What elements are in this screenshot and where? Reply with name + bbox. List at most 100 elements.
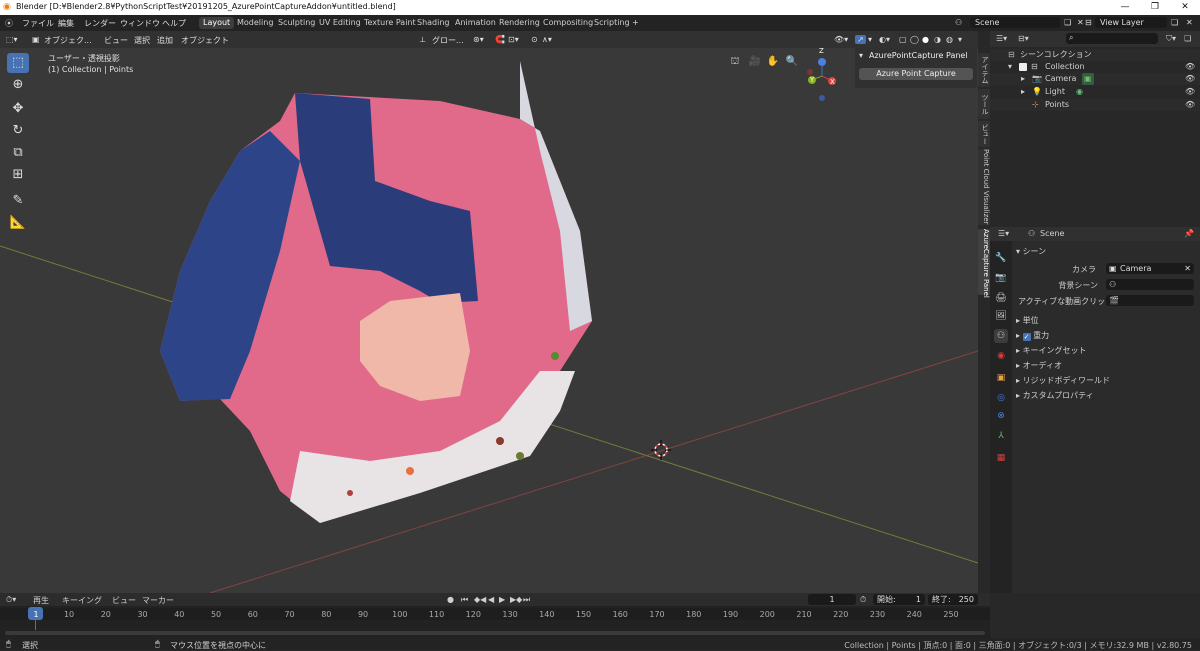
gizmo-dropdown-icon[interactable]: ▾ bbox=[868, 35, 872, 44]
falloff-icon[interactable]: ∧▾ bbox=[542, 35, 552, 44]
rendered-shading-icon[interactable]: ◍ bbox=[946, 35, 953, 44]
timeline-scrollbar[interactable] bbox=[5, 631, 985, 635]
menu-view[interactable]: ビュー bbox=[112, 595, 136, 606]
blender-menu-icon[interactable]: ⦿ bbox=[5, 18, 13, 29]
audio-panel[interactable]: ▸ オーディオ bbox=[1016, 360, 1062, 371]
menu-object[interactable]: オブジェクト bbox=[181, 35, 229, 46]
shading-options-icon[interactable]: ▾ bbox=[958, 35, 962, 44]
proportional-edit-icon[interactable]: ⊙ bbox=[531, 35, 538, 44]
minimize-button[interactable]: — bbox=[1110, 0, 1140, 15]
new-view-layer-icon[interactable]: ❏ bbox=[1171, 18, 1178, 27]
close-button[interactable]: ✕ bbox=[1170, 0, 1200, 15]
new-scene-icon[interactable]: ❏ bbox=[1064, 18, 1071, 27]
jump-keyframe-back-icon[interactable]: ◆◀ bbox=[474, 595, 486, 604]
outliner-editor-icon[interactable]: ☰▾ bbox=[996, 34, 1007, 43]
tool-tab-icon[interactable]: 🔧 bbox=[994, 251, 1008, 265]
visibility-eye-icon[interactable]: 👁 bbox=[1185, 99, 1195, 111]
properties-editor-icon[interactable]: ☰▾ bbox=[998, 229, 1009, 238]
rotate-tool[interactable]: ↻ bbox=[7, 121, 29, 141]
menu-marker[interactable]: マーカー bbox=[142, 595, 174, 606]
measure-tool[interactable]: 📐 bbox=[7, 213, 29, 233]
menu-playback[interactable]: 再生 bbox=[33, 595, 49, 606]
object-tab-icon[interactable]: ▣ bbox=[994, 371, 1008, 385]
npanel-title[interactable]: AzurePointCapture Panel bbox=[869, 51, 968, 60]
menu-add[interactable]: 追加 bbox=[157, 35, 173, 46]
transform-tool[interactable]: ⊞ bbox=[7, 165, 29, 185]
units-panel[interactable]: ▸ 単位 bbox=[1016, 315, 1039, 326]
tab-modeling[interactable]: Modeling bbox=[233, 17, 277, 29]
tab-uv-editing[interactable]: UV Editing bbox=[315, 17, 365, 29]
tab-rendering[interactable]: Rendering bbox=[495, 17, 544, 29]
outliner-item-points[interactable]: ⊹ Points 👁 bbox=[990, 99, 1200, 111]
menu-render[interactable]: レンダー bbox=[84, 18, 116, 29]
tab-layout[interactable]: Layout bbox=[199, 17, 235, 29]
object-data-tab-icon[interactable]: ⅄ bbox=[994, 429, 1008, 443]
tab-tool[interactable]: ツール bbox=[978, 89, 990, 119]
tab-shading[interactable]: Shading bbox=[413, 17, 454, 29]
menu-select[interactable]: 選択 bbox=[134, 35, 150, 46]
overlay-toggle-icon[interactable]: ◐▾ bbox=[879, 35, 890, 44]
visibility-eye-icon[interactable]: 👁 bbox=[1185, 73, 1195, 85]
snap-element-icon[interactable]: ⊡▾ bbox=[508, 35, 519, 44]
tab-view[interactable]: ビュー bbox=[978, 121, 990, 147]
move-tool[interactable]: ✥ bbox=[7, 99, 29, 119]
view-layer-tab-icon[interactable]: 🖼 bbox=[994, 309, 1008, 323]
tab-sculpting[interactable]: Sculpting bbox=[274, 17, 319, 29]
light-data-icon[interactable]: ◉ bbox=[1076, 86, 1083, 98]
camera-toggle-icon[interactable]: ⛫ bbox=[728, 55, 742, 69]
maximize-button[interactable]: ❐ bbox=[1140, 0, 1170, 15]
add-workspace-icon[interactable]: + bbox=[632, 18, 639, 27]
zoom-view-icon[interactable]: 🔍 bbox=[785, 55, 799, 69]
view-layer-icon[interactable]: ⊟ bbox=[1085, 18, 1092, 27]
camera-field[interactable]: ▣ Camera ✕ bbox=[1106, 263, 1194, 274]
tab-texture-paint[interactable]: Texture Paint bbox=[360, 17, 420, 29]
scale-tool[interactable]: ⧉ bbox=[7, 143, 29, 163]
scene-tab-icon[interactable]: ⚇ bbox=[994, 329, 1008, 343]
movieclip-field[interactable]: 🎬 bbox=[1106, 295, 1194, 306]
output-tab-icon[interactable]: 🖨 bbox=[994, 291, 1008, 305]
filter-icon[interactable]: ⛉▾ bbox=[1166, 34, 1176, 44]
menu-view[interactable]: ビュー bbox=[104, 35, 128, 46]
tab-item[interactable]: アイテム bbox=[978, 53, 990, 87]
jump-end-icon[interactable]: ⏭ bbox=[523, 595, 530, 605]
pan-view-icon[interactable]: ✋ bbox=[766, 55, 780, 69]
azure-point-capture-button[interactable]: Azure Point Capture bbox=[859, 68, 973, 80]
annotate-tool[interactable]: ✎ bbox=[7, 191, 29, 211]
delete-scene-icon[interactable]: ✕ bbox=[1077, 18, 1084, 27]
tab-point-cloud-visualizer[interactable]: Point Cloud Visualizer bbox=[978, 149, 990, 225]
3d-viewport[interactable]: ⬚▾ ▣ オブジェク... ビュー 選択 追加 オブジェクト ⟂ グロー... … bbox=[0, 31, 978, 593]
select-box-tool[interactable]: ⬚ bbox=[7, 53, 29, 73]
timeline-editor-icon[interactable]: ⏱▾ bbox=[6, 595, 16, 605]
transform-orientation-selector[interactable]: グロー... bbox=[432, 35, 464, 46]
delete-view-layer-icon[interactable]: ✕ bbox=[1186, 18, 1193, 27]
editor-type-icon[interactable]: ⬚▾ bbox=[6, 35, 18, 44]
clear-icon[interactable]: ✕ bbox=[1184, 263, 1191, 274]
jump-start-icon[interactable]: ⏮ bbox=[461, 595, 468, 605]
panel-collapse-icon[interactable]: ▾ bbox=[859, 51, 863, 60]
new-collection-icon[interactable]: ❏ bbox=[1184, 34, 1191, 43]
solid-shading-icon[interactable]: ● bbox=[922, 35, 929, 44]
end-frame-field[interactable]: 終了: 250 bbox=[928, 594, 978, 605]
pin-icon[interactable]: 📌 bbox=[1184, 229, 1194, 238]
xray-icon[interactable]: ▢ bbox=[899, 35, 907, 44]
wireframe-shading-icon[interactable]: ◯ bbox=[910, 35, 919, 44]
expand-icon[interactable]: ▸ bbox=[1021, 73, 1025, 85]
start-frame-field[interactable]: 開始: 1 bbox=[873, 594, 925, 605]
play-icon[interactable]: ▶ bbox=[499, 595, 505, 604]
menu-keying[interactable]: キーイング bbox=[62, 595, 102, 606]
rigid-body-world-panel[interactable]: ▸ リジッドボディワールド bbox=[1016, 375, 1110, 386]
tab-compositing[interactable]: Compositing bbox=[539, 17, 597, 29]
expand-icon[interactable]: ▾ bbox=[1008, 61, 1012, 73]
display-mode-icon[interactable]: ⊟▾ bbox=[1018, 34, 1029, 43]
keying-sets-panel[interactable]: ▸ キーイングセット bbox=[1016, 345, 1087, 356]
gravity-panel[interactable]: ▸ ✓ 重力 bbox=[1016, 330, 1049, 341]
background-scene-field[interactable]: ⚇ bbox=[1106, 279, 1194, 290]
constraints-tab-icon[interactable]: ⊗ bbox=[994, 409, 1008, 423]
pivot-icon[interactable]: ⊛▾ bbox=[473, 35, 484, 44]
expand-icon[interactable]: ▸ bbox=[1021, 86, 1025, 98]
camera-view-icon[interactable]: 🎥 bbox=[748, 55, 762, 69]
cursor-tool[interactable]: ⊕ bbox=[7, 75, 29, 95]
outliner-scene-collection[interactable]: ⊟ シーンコレクション bbox=[990, 49, 1200, 61]
visibility-eye-icon[interactable]: 👁 bbox=[1185, 61, 1195, 73]
tab-animation[interactable]: Animation bbox=[451, 17, 500, 29]
